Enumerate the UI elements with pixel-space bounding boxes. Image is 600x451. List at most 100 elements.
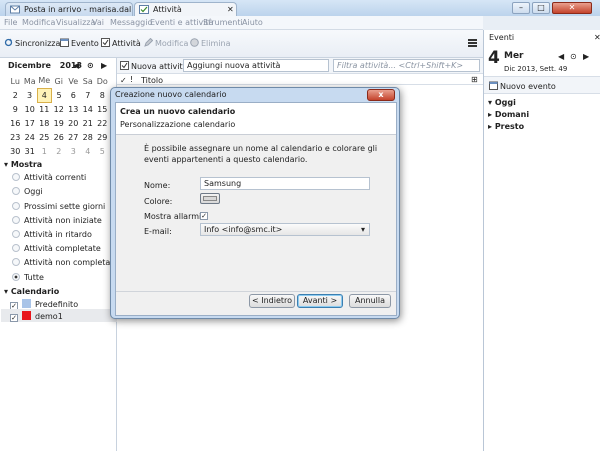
color-picker-button[interactable]	[200, 193, 220, 204]
day-cell[interactable]: 19	[52, 116, 67, 130]
menu-vai[interactable]: Vai	[92, 18, 104, 27]
wizard-subheading: Personalizzazione calendario	[120, 120, 236, 129]
app-menu-icon[interactable]	[468, 39, 477, 47]
day-cell[interactable]: 24	[23, 130, 38, 144]
filter-label: Prossimi sette giorni	[24, 202, 106, 211]
filter-overdue[interactable]: Attività in ritardo	[12, 230, 92, 239]
filter-completed[interactable]: Attività completate	[12, 244, 101, 253]
menu-aiuto[interactable]: Aiuto	[242, 18, 263, 27]
day-cell[interactable]: 23	[8, 130, 23, 144]
maximize-button[interactable]: □	[532, 2, 550, 14]
day-cell[interactable]: 8	[95, 88, 110, 102]
day-cell[interactable]: 29	[95, 130, 110, 144]
day-cell[interactable]: 30	[8, 144, 23, 158]
new-task-input[interactable]: Aggiungi nuova attività	[183, 59, 329, 72]
day-cell[interactable]: 7	[81, 88, 96, 102]
day-cell[interactable]: 5	[52, 88, 67, 102]
tab-tasks[interactable]: Attività ✕	[134, 2, 237, 16]
alarms-label: Mostra allarmi:	[144, 212, 204, 221]
task-filter-input[interactable]: Filtra attività... <Ctrl+Shift+K>	[333, 59, 480, 72]
new-event-button[interactable]: Evento	[60, 38, 99, 48]
edit-button[interactable]: Modifica	[144, 38, 188, 48]
sync-icon	[4, 38, 13, 47]
events-group-today[interactable]: ▾ Oggi	[488, 98, 516, 107]
day-cell[interactable]: 1	[37, 144, 52, 158]
day-cell[interactable]: 9	[8, 102, 23, 116]
filter-current[interactable]: Attività correnti	[12, 173, 86, 182]
month-label[interactable]: Dicembre	[8, 61, 51, 70]
column-title[interactable]: Titolo	[141, 76, 163, 85]
radio-icon	[12, 202, 20, 210]
next-button[interactable]: Avanti >	[297, 294, 343, 308]
email-select[interactable]: Info <info@smc.it> ▾	[200, 223, 370, 236]
tab-inbox[interactable]: Posta in arrivo - marisa.dalla...	[5, 2, 133, 16]
sync-button[interactable]: Sincronizza	[4, 38, 60, 48]
minimize-button[interactable]: –	[512, 2, 530, 14]
next-month-icon[interactable]: ▶	[101, 61, 107, 70]
filter-label: Tutte	[24, 273, 44, 282]
day-cell[interactable]: 2	[52, 144, 67, 158]
events-group-tomorrow[interactable]: ▸ Domani	[488, 110, 529, 119]
close-window-button[interactable]: ✕	[552, 2, 592, 14]
day-cell[interactable]: 15	[95, 102, 110, 116]
filter-not-started[interactable]: Attività non iniziate	[12, 216, 102, 225]
back-button[interactable]: < Indietro	[249, 294, 295, 308]
calendar-color-swatch	[22, 299, 31, 308]
next-day-icon[interactable]: ▶	[583, 52, 589, 61]
day-cell[interactable]: 28	[81, 130, 96, 144]
menu-strumenti[interactable]: Strumenti	[203, 18, 243, 27]
new-task-bar-button[interactable]: Nuova attività	[120, 61, 188, 71]
cancel-button[interactable]: Annulla	[349, 294, 391, 308]
tab-close-icon[interactable]: ✕	[227, 5, 234, 14]
menu-visualizza[interactable]: Visualizza	[56, 18, 95, 27]
day-cell[interactable]: 25	[37, 130, 52, 144]
day-cell[interactable]: 16	[8, 116, 23, 130]
day-name: Ve	[68, 76, 79, 86]
events-close-icon[interactable]: ✕	[594, 33, 600, 42]
today-dot-icon[interactable]: ⊙	[87, 61, 94, 70]
alarms-checkbox[interactable]: ✓	[200, 212, 208, 220]
new-event-button[interactable]: Nuovo evento	[489, 81, 556, 91]
day-cell[interactable]: 17	[23, 116, 38, 130]
prev-day-icon[interactable]: ◀	[558, 52, 564, 61]
day-cell-today[interactable]: 4	[36, 87, 52, 103]
filter-next-seven[interactable]: Prossimi sette giorni	[12, 202, 105, 211]
calendar-item-demo1[interactable]: ✓ demo1	[10, 311, 63, 322]
day-cell[interactable]: 11	[37, 102, 52, 116]
day-cell[interactable]: 6	[66, 88, 81, 102]
priority-column-icon[interactable]: !	[130, 75, 133, 84]
day-cell[interactable]: 31	[23, 144, 38, 158]
day-cell[interactable]: 5	[95, 144, 110, 158]
day-cell[interactable]: 14	[81, 102, 96, 116]
prev-month-icon[interactable]: ◀	[73, 61, 79, 70]
filter-not-completed[interactable]: Attività non completate	[12, 258, 118, 267]
day-cell[interactable]: 22	[95, 116, 110, 130]
day-cell[interactable]: 3	[23, 88, 38, 102]
column-picker-icon[interactable]: ⊞	[471, 75, 478, 84]
day-cell[interactable]: 21	[81, 116, 96, 130]
day-cell[interactable]: 20	[66, 116, 81, 130]
new-task-button[interactable]: Attività	[101, 38, 141, 48]
day-cell[interactable]: 12	[52, 102, 67, 116]
today-icon[interactable]: ⊙	[570, 52, 577, 61]
day-cell[interactable]: 27	[66, 130, 81, 144]
filter-today[interactable]: Oggi	[12, 187, 43, 196]
day-cell[interactable]: 4	[81, 144, 96, 158]
day-cell[interactable]: 3	[66, 144, 81, 158]
day-cell[interactable]: 26	[52, 130, 67, 144]
checkbox-checked-icon[interactable]: ✓	[10, 314, 18, 322]
menu-file[interactable]: File	[4, 18, 17, 27]
completed-column-icon[interactable]: ✓	[120, 76, 127, 85]
events-group-soon[interactable]: ▸ Presto	[488, 122, 524, 131]
day-cell[interactable]: 10	[23, 102, 38, 116]
name-field[interactable]: Samsung	[200, 177, 370, 190]
chevron-down-icon: ▾	[361, 225, 366, 234]
filter-all[interactable]: Tutte	[12, 273, 44, 282]
day-cell[interactable]: 18	[37, 116, 52, 130]
day-cell[interactable]: 13	[66, 102, 81, 116]
day-cell[interactable]: 2	[8, 88, 23, 102]
dialog-close-button[interactable]: x	[367, 89, 395, 101]
menu-messaggio[interactable]: Messaggio	[110, 18, 152, 27]
menu-modifica[interactable]: Modifica	[22, 18, 55, 27]
delete-button[interactable]: Elimina	[190, 38, 231, 48]
